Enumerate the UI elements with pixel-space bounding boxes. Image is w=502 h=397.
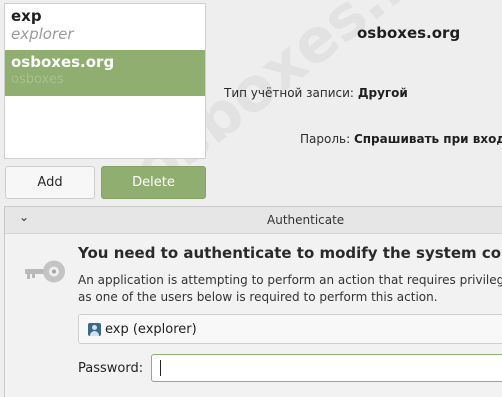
- dialog-heading: You need to authenticate to modify the s…: [78, 244, 502, 262]
- user-list: exp explorer osboxes.org osboxes: [4, 3, 206, 159]
- user-list-username: osboxes.org: [11, 53, 115, 71]
- password-field-label: Password:: [78, 361, 144, 376]
- text-cursor: [160, 360, 161, 376]
- password-label: Пароль:: [300, 132, 351, 146]
- selected-user-name[interactable]: osboxes.org: [357, 24, 460, 42]
- key-icon: [25, 260, 65, 283]
- dialog-description-line1: An application is attempting to perform …: [78, 273, 502, 287]
- account-type-label: Тип учётной записи:: [224, 86, 354, 100]
- user-list-realname: osboxes: [11, 72, 64, 87]
- delete-user-button[interactable]: Delete: [101, 166, 206, 199]
- dialog-title: Authenticate: [267, 213, 345, 227]
- authenticate-dialog: ⌄ Authenticate You need to authenticate …: [4, 206, 502, 397]
- identity-select-value: exp (explorer): [105, 321, 197, 337]
- password-field[interactable]: [151, 354, 502, 382]
- chevron-down-icon[interactable]: ⌄: [19, 210, 29, 224]
- identity-select[interactable]: exp (explorer): [78, 314, 502, 344]
- dialog-titlebar: ⌄ Authenticate: [5, 207, 502, 234]
- user-avatar-icon: [88, 322, 101, 336]
- user-list-item-osboxes[interactable]: osboxes.org osboxes: [5, 50, 205, 96]
- user-list-username: exp: [11, 7, 42, 25]
- dialog-description-line2: as one of the users below is required to…: [78, 290, 438, 304]
- password-row: Пароль: Спрашивать при входе: [300, 132, 502, 146]
- user-list-item-exp[interactable]: exp explorer: [5, 4, 205, 50]
- account-type-value[interactable]: Другой: [358, 86, 408, 100]
- user-list-realname: explorer: [11, 25, 74, 43]
- account-type-row: Тип учётной записи: Другой: [224, 86, 408, 100]
- dialog-description: An application is attempting to perform …: [78, 272, 502, 306]
- password-value[interactable]: Спрашивать при входе: [354, 132, 502, 146]
- add-user-button[interactable]: Add: [5, 166, 95, 199]
